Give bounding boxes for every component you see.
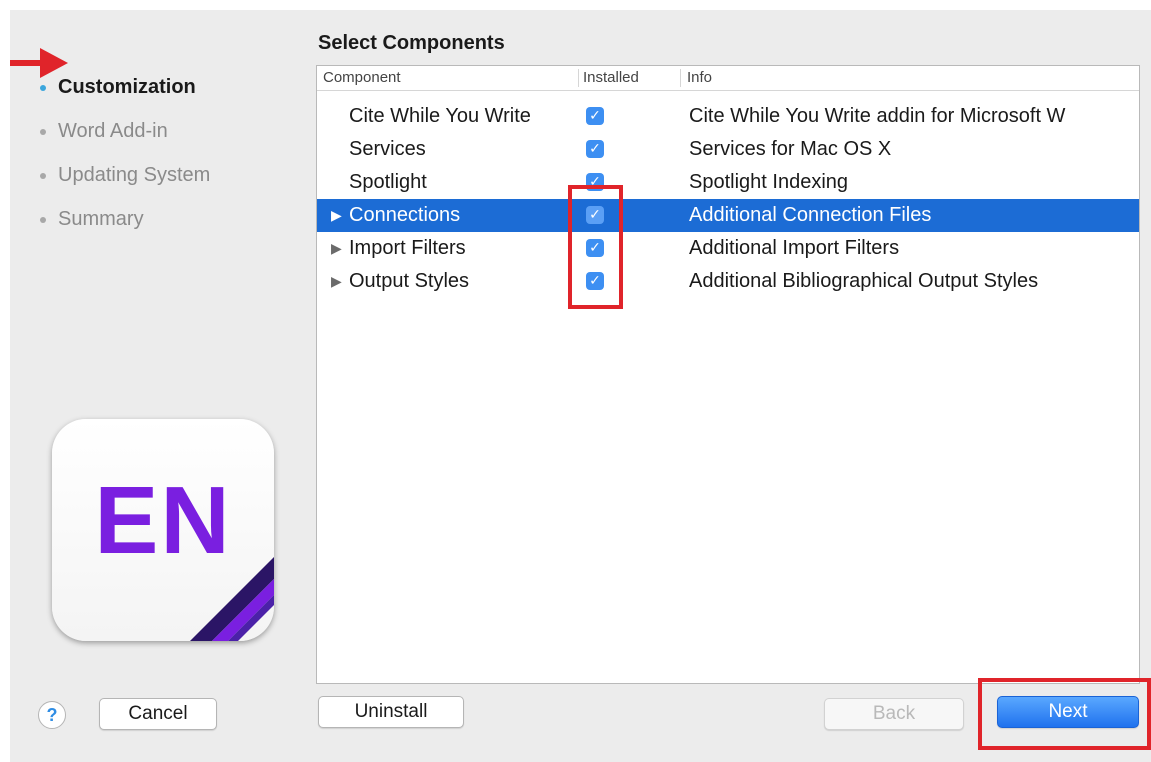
step-bullet-icon — [40, 85, 46, 91]
section-title: Select Components — [318, 32, 505, 54]
step-word-add-in: Word Add-in — [32, 116, 210, 160]
component-name: Output Styles — [349, 270, 470, 292]
step-label: Updating System — [58, 164, 211, 186]
step-updating-system: Updating System — [32, 160, 210, 204]
component-info: Additional Bibliographical Output Styles — [689, 270, 1039, 292]
app-logo: EN — [52, 419, 274, 641]
components-table: Component Installed Info Cite While You … — [316, 65, 1140, 684]
component-info: Services for Mac OS X — [689, 138, 892, 160]
table-row-selected[interactable]: ▶ Connections ✓ Additional Connection Fi… — [317, 199, 1139, 232]
installed-checkbox[interactable]: ✓ — [586, 107, 604, 125]
component-info: Additional Connection Files — [689, 204, 932, 226]
header-installed[interactable]: Installed — [583, 66, 639, 90]
next-button[interactable]: Next — [997, 696, 1139, 728]
component-name: Cite While You Write — [349, 105, 531, 127]
table-row[interactable]: Cite While You Write ✓ Cite While You Wr… — [317, 100, 1139, 133]
cancel-button[interactable]: Cancel — [99, 698, 217, 730]
step-label: Summary — [58, 208, 144, 230]
step-list: Customization Word Add-in Updating Syste… — [32, 72, 210, 248]
header-info[interactable]: Info — [687, 66, 712, 90]
installed-checkbox[interactable]: ✓ — [586, 140, 604, 158]
step-label: Word Add-in — [58, 120, 168, 142]
table-row[interactable]: ▶ Output Styles ✓ Additional Bibliograph… — [317, 265, 1139, 298]
component-info: Additional Import Filters — [689, 237, 900, 259]
installer-window: Customization Word Add-in Updating Syste… — [10, 10, 1151, 762]
step-summary: Summary — [32, 204, 210, 248]
uninstall-button[interactable]: Uninstall — [318, 696, 464, 728]
help-button[interactable]: ? — [38, 701, 66, 729]
disclosure-triangle-icon[interactable]: ▶ — [331, 265, 342, 298]
step-bullet-icon — [40, 173, 46, 179]
installed-checkbox[interactable]: ✓ — [586, 239, 604, 257]
component-name: Connections — [349, 204, 461, 226]
column-divider — [680, 69, 681, 87]
table-header: Component Installed Info — [317, 66, 1139, 91]
component-name: Import Filters — [349, 237, 466, 259]
component-info: Spotlight Indexing — [689, 171, 849, 193]
installed-checkbox[interactable]: ✓ — [586, 206, 604, 224]
component-name: Services — [349, 138, 426, 160]
step-label: Customization — [58, 76, 196, 98]
table-row[interactable]: Spotlight ✓ Spotlight Indexing — [317, 166, 1139, 199]
disclosure-triangle-icon[interactable]: ▶ — [331, 199, 342, 232]
column-divider — [578, 69, 579, 87]
component-name: Spotlight — [349, 171, 427, 193]
installed-checkbox[interactable]: ✓ — [586, 173, 604, 191]
installed-checkbox[interactable]: ✓ — [586, 272, 604, 290]
table-row[interactable]: ▶ Import Filters ✓ Additional Import Fil… — [317, 232, 1139, 265]
component-info: Cite While You Write addin for Microsoft… — [689, 105, 1066, 127]
step-bullet-icon — [40, 129, 46, 135]
step-customization: Customization — [32, 72, 210, 116]
logo-corner-stripes-icon — [190, 557, 274, 641]
header-component[interactable]: Component — [323, 66, 401, 90]
disclosure-triangle-icon[interactable]: ▶ — [331, 232, 342, 265]
back-button[interactable]: Back — [824, 698, 964, 730]
table-row[interactable]: Services ✓ Services for Mac OS X — [317, 133, 1139, 166]
step-bullet-icon — [40, 217, 46, 223]
